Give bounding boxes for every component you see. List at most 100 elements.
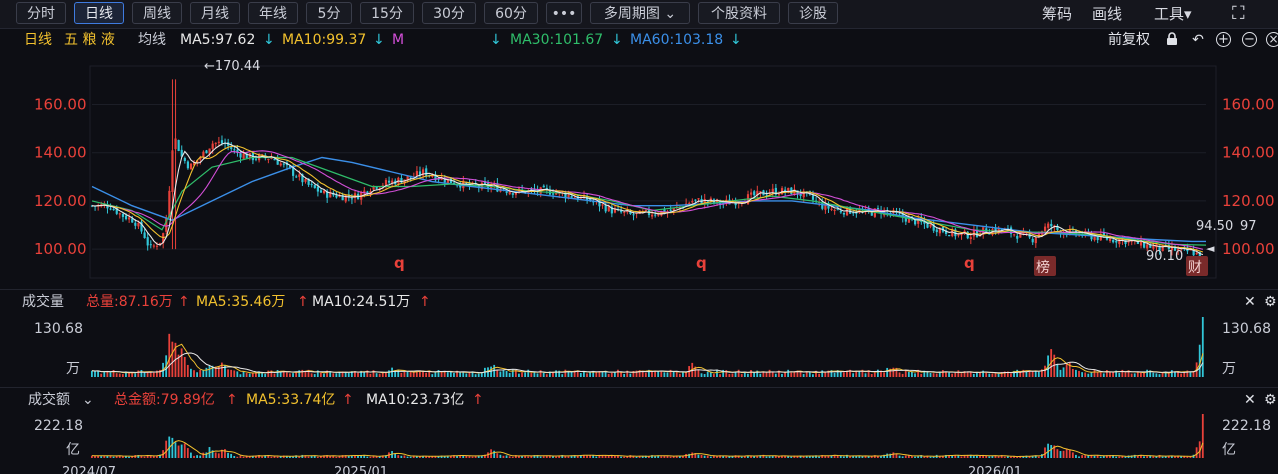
- lock-icon[interactable]: [1164, 32, 1180, 48]
- bar: [180, 444, 183, 458]
- event-marker-q[interactable]: q: [964, 254, 975, 272]
- tab-weekly[interactable]: 周线: [132, 2, 182, 24]
- bar: [743, 372, 746, 377]
- bar: [121, 374, 124, 377]
- y-tick-label-left: 100.00: [34, 240, 87, 258]
- event-marker-q[interactable]: q: [696, 254, 707, 272]
- amount-close-icon[interactable]: ✕: [1244, 389, 1256, 411]
- bar: [709, 456, 712, 458]
- candle-body: [948, 234, 951, 237]
- bar: [1118, 372, 1121, 377]
- finance-badge[interactable]: 财: [1188, 260, 1202, 276]
- tab-more[interactable]: •••: [546, 2, 582, 24]
- bar: [193, 455, 195, 458]
- bar: [298, 456, 301, 458]
- bar: [103, 371, 106, 377]
- zoom-in-icon[interactable]: +: [1216, 32, 1231, 47]
- ma-label[interactable]: 均线: [138, 28, 166, 52]
- bar: [929, 456, 932, 458]
- bar: [960, 456, 963, 458]
- tab-5min[interactable]: 5分: [306, 2, 352, 24]
- bar: [248, 373, 251, 377]
- volume-title[interactable]: 成交量: [22, 291, 64, 313]
- tab-intraday[interactable]: 分时: [16, 2, 66, 24]
- bar: [533, 372, 536, 377]
- bar: [740, 456, 743, 458]
- bar: [1099, 456, 1102, 458]
- bar: [496, 369, 499, 377]
- bar: [1099, 372, 1102, 377]
- adjust-mode[interactable]: 前复权: [1108, 28, 1150, 52]
- bar: [502, 455, 505, 458]
- bar: [174, 442, 177, 458]
- candle-body: [771, 188, 774, 193]
- candle-body: [267, 158, 270, 160]
- period-toolbar: 分时 日线 周线 月线 年线 5分 15分 30分 60分 ••• 多周期图 ⌄…: [0, 0, 1278, 29]
- bar: [623, 373, 626, 377]
- ma20-value: M: [392, 32, 405, 48]
- bar: [1124, 372, 1127, 377]
- bar: [790, 372, 793, 377]
- candle-body: [972, 230, 976, 237]
- bar: [91, 370, 93, 377]
- bar: [555, 370, 557, 377]
- bar: [539, 456, 542, 458]
- candle-body: [1043, 226, 1047, 232]
- tab-diagnosis[interactable]: 诊股: [788, 2, 838, 24]
- candle-body: [870, 212, 873, 216]
- candle-body: [750, 192, 753, 195]
- tab-15min[interactable]: 15分: [360, 2, 414, 24]
- chevron-down-icon[interactable]: ⌄: [82, 389, 94, 411]
- undo-icon[interactable]: ↶: [1190, 32, 1206, 48]
- bar: [932, 373, 935, 377]
- chips-button[interactable]: 筹码: [1042, 3, 1072, 25]
- bar: [635, 456, 638, 458]
- tab-yearly[interactable]: 年线: [248, 2, 298, 24]
- tools-button[interactable]: 工具▾: [1154, 3, 1192, 25]
- bar: [595, 456, 598, 458]
- candle-body: [149, 244, 152, 246]
- bar: [180, 348, 183, 377]
- bar: [725, 456, 728, 458]
- bar: [1084, 455, 1087, 458]
- bar: [564, 369, 567, 377]
- bar: [678, 373, 681, 377]
- bar: [1078, 456, 1080, 458]
- amount-settings-icon[interactable]: ⚙: [1264, 389, 1277, 411]
- bar: [236, 371, 239, 377]
- zoom-out-icon[interactable]: −: [1242, 32, 1257, 47]
- panel-divider: [0, 289, 1278, 290]
- ma5-down-arrow: ↓: [263, 32, 275, 48]
- tools-label: 工具: [1154, 5, 1185, 23]
- tab-daily[interactable]: 日线: [74, 2, 124, 24]
- bar: [276, 456, 279, 458]
- candle-body: [570, 196, 573, 198]
- draw-button[interactable]: 画线: [1092, 3, 1122, 25]
- tab-monthly[interactable]: 月线: [190, 2, 240, 24]
- event-marker-q[interactable]: q: [394, 254, 405, 272]
- bar: [462, 372, 465, 377]
- bar: [100, 373, 103, 377]
- bar: [583, 371, 585, 377]
- tab-multi-period[interactable]: 多周期图 ⌄: [590, 2, 690, 24]
- tab-stock-info[interactable]: 个股资料: [698, 2, 780, 24]
- bar: [205, 452, 208, 458]
- bar: [938, 456, 941, 458]
- amount-title[interactable]: 成交额: [28, 389, 70, 411]
- bar: [997, 373, 1000, 377]
- close-icon[interactable]: ×: [1266, 32, 1278, 47]
- price-chart[interactable]: 160.00 160.00 140.00 140.00 120.00 120.00 100.…: [0, 52, 1278, 288]
- bar: [1102, 455, 1105, 458]
- volume-close-icon[interactable]: ✕: [1244, 291, 1256, 313]
- fullscreen-icon[interactable]: ⛶: [1232, 3, 1245, 25]
- bar: [1081, 455, 1084, 458]
- volume-settings-icon[interactable]: ⚙: [1264, 291, 1277, 313]
- candle-body: [830, 208, 833, 210]
- candle-body: [304, 179, 307, 182]
- bar: [1075, 454, 1077, 458]
- bar: [747, 373, 749, 377]
- ranking-badge[interactable]: 榜: [1036, 259, 1050, 276]
- tab-30min[interactable]: 30分: [422, 2, 476, 24]
- bar: [289, 373, 291, 377]
- tab-60min[interactable]: 60分: [484, 2, 538, 24]
